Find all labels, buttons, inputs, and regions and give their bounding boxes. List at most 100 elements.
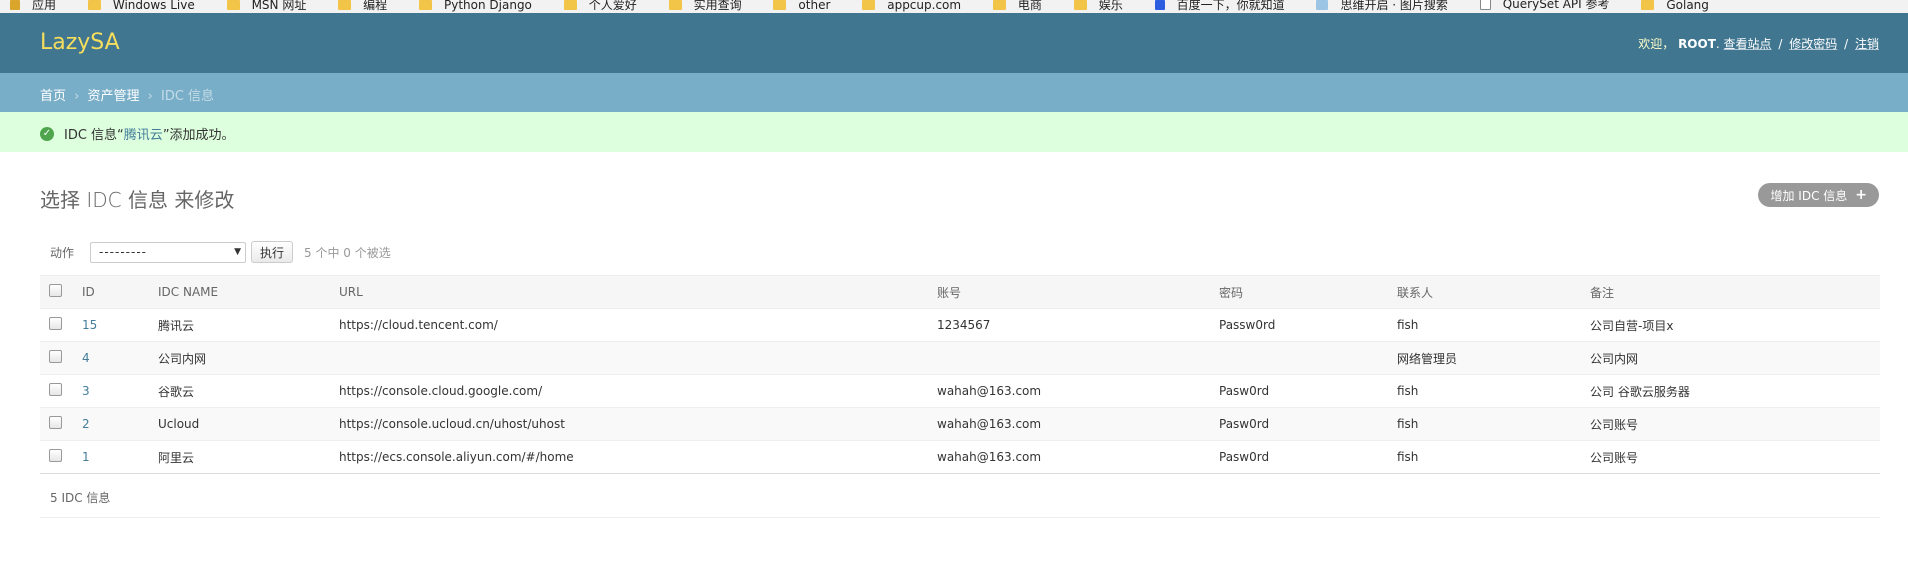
column-header-url[interactable]: URL <box>339 275 937 309</box>
table-row: 15 腾讯云 https://cloud.tencent.com/ 123456… <box>40 308 1880 342</box>
bookmark-folder[interactable]: 编程 <box>338 0 387 13</box>
cell-id: 1 <box>82 440 158 474</box>
row-select-cell <box>40 374 82 408</box>
cell-id: 2 <box>82 407 158 441</box>
table-row: 4 公司内网 网络管理员 公司内网 <box>40 341 1880 375</box>
logout-link[interactable]: 注销 <box>1855 37 1879 51</box>
table-row: 3 谷歌云 https://console.cloud.google.com/ … <box>40 374 1880 408</box>
row-id-link[interactable]: 15 <box>82 318 97 332</box>
result-count: 5 IDC 信息 <box>50 491 111 505</box>
cell-id: 4 <box>82 341 158 375</box>
cell-contact: fish <box>1397 407 1590 441</box>
bookmark-folder[interactable]: 个人爱好 <box>563 0 637 13</box>
add-idc-label: 增加 IDC 信息 <box>1770 188 1848 203</box>
cell-password <box>1219 341 1397 375</box>
admin-header: LazySA 欢迎， ROOT. 查看站点 / 修改密码 / 注销 <box>0 13 1908 73</box>
bookmark-folder[interactable]: Golang <box>1641 0 1709 12</box>
folder-icon <box>862 0 876 10</box>
folder-icon <box>338 0 352 10</box>
cell-url <box>339 341 937 375</box>
cell-contact: 网络管理员 <box>1397 341 1590 375</box>
cell-note: 公司账号 <box>1590 440 1880 474</box>
row-id-link[interactable]: 2 <box>82 417 90 431</box>
result-table: ID IDC NAME URL 账号 密码 联系人 备注 15 腾讯云 http… <box>40 275 1880 474</box>
welcome-period: . <box>1715 37 1720 51</box>
breadcrumb: 首页 › 资产管理 › IDC 信息 <box>0 73 1908 112</box>
bookmark-folder[interactable]: Python Django <box>419 0 532 12</box>
bookmark-folder[interactable]: other <box>773 0 830 12</box>
cell-password: Pasw0rd <box>1219 407 1397 441</box>
table-row: 1 阿里云 https://ecs.console.aliyun.com/#/h… <box>40 440 1880 474</box>
bookmark-folder[interactable]: Windows Live <box>87 0 195 12</box>
breadcrumb-arrow: › <box>74 89 80 104</box>
cell-contact: fish <box>1397 440 1590 474</box>
column-header-account[interactable]: 账号 <box>937 275 1219 309</box>
plus-icon: + <box>1855 187 1867 203</box>
row-checkbox[interactable] <box>49 317 62 330</box>
row-select-cell <box>40 440 82 474</box>
message-prefix: IDC 信息“ <box>64 128 124 143</box>
add-idc-button[interactable]: 增加 IDC 信息 + <box>1758 183 1879 207</box>
baidu-icon <box>1154 0 1165 10</box>
bookmark-folder[interactable]: 电商 <box>992 0 1042 13</box>
folder-icon <box>563 0 577 10</box>
bookmark-apps[interactable]: 应用 <box>10 0 56 13</box>
select-all-checkbox[interactable] <box>49 284 62 297</box>
breadcrumb-arrow: › <box>147 89 153 104</box>
bookmark-folder[interactable]: appcup.com <box>862 0 961 12</box>
folder-icon <box>773 0 787 10</box>
site-brand[interactable]: LazySA <box>40 30 120 55</box>
success-check-icon: ✓ <box>40 126 54 141</box>
apps-icon <box>10 0 20 10</box>
bookmark-folder[interactable]: 娱乐 <box>1073 0 1123 13</box>
cell-account <box>937 341 1219 375</box>
cell-note: 公司自营-项目x <box>1590 308 1880 342</box>
row-checkbox[interactable] <box>49 350 62 363</box>
cell-url: https://ecs.console.aliyun.com/#/home <box>339 440 937 474</box>
cell-password: Pasw0rd <box>1219 440 1397 474</box>
view-site-link[interactable]: 查看站点 <box>1724 37 1772 51</box>
folder-icon <box>668 0 682 10</box>
bookmark-baidu[interactable]: 百度一下，你就知道 <box>1154 0 1285 13</box>
breadcrumb-app[interactable]: 资产管理 <box>88 89 140 104</box>
bookmark-folder[interactable]: MSN 网址 <box>226 0 306 13</box>
column-header-id[interactable]: ID <box>82 275 158 309</box>
page-title: 选择 IDC 信息 来修改 <box>40 188 235 212</box>
cell-contact: fish <box>1397 374 1590 408</box>
row-checkbox[interactable] <box>49 449 62 462</box>
page-icon <box>1479 0 1491 10</box>
cell-password: Pasw0rd <box>1219 374 1397 408</box>
column-header-name[interactable]: IDC NAME <box>158 275 339 309</box>
row-checkbox[interactable] <box>49 416 62 429</box>
message-list: ✓ IDC 信息“ 腾讯云 ”添加成功。 <box>0 112 1908 152</box>
bookmark-folder[interactable]: 实用查询 <box>668 0 742 13</box>
success-message: ✓ IDC 信息“ 腾讯云 ”添加成功。 <box>40 124 235 143</box>
welcome-text: 欢迎， <box>1638 37 1675 51</box>
folder-icon <box>419 0 432 10</box>
table-row: 2 Ucloud https://console.ucloud.cn/uhost… <box>40 407 1880 441</box>
cloud-icon <box>1316 0 1329 10</box>
row-id-link[interactable]: 1 <box>82 450 90 464</box>
message-object-link[interactable]: 腾讯云 <box>124 124 163 143</box>
row-id-link[interactable]: 3 <box>82 384 90 398</box>
bookmark-image-search[interactable]: 思维开启 · 图片搜索 <box>1316 0 1448 13</box>
column-header-contact[interactable]: 联系人 <box>1397 275 1590 309</box>
row-checkbox[interactable] <box>49 383 62 396</box>
table-header-row: ID IDC NAME URL 账号 密码 联系人 备注 <box>40 275 1880 309</box>
action-select[interactable]: --------- ▼ <box>90 241 247 263</box>
change-password-link[interactable]: 修改密码 <box>1789 37 1837 51</box>
breadcrumb-home[interactable]: 首页 <box>40 89 66 104</box>
cell-url: https://console.ucloud.cn/uhost/uhost <box>339 407 937 441</box>
action-selected-value: --------- <box>99 245 147 259</box>
row-id-link[interactable]: 4 <box>82 351 90 365</box>
cell-contact: fish <box>1397 308 1590 342</box>
bookmarks-bar: 应用 Windows Live MSN 网址 编程 Python Django … <box>0 0 1908 13</box>
column-header-password[interactable]: 密码 <box>1219 275 1397 309</box>
separator: / <box>1778 37 1783 51</box>
cell-name: 阿里云 <box>158 440 339 474</box>
column-header-note[interactable]: 备注 <box>1590 275 1880 309</box>
bookmark-queryset[interactable]: QuerySet API 参考 <box>1479 0 1610 12</box>
run-action-button[interactable]: 执行 <box>251 241 294 263</box>
cell-account: wahah@163.com <box>937 440 1219 474</box>
cell-url: https://cloud.tencent.com/ <box>339 308 937 342</box>
